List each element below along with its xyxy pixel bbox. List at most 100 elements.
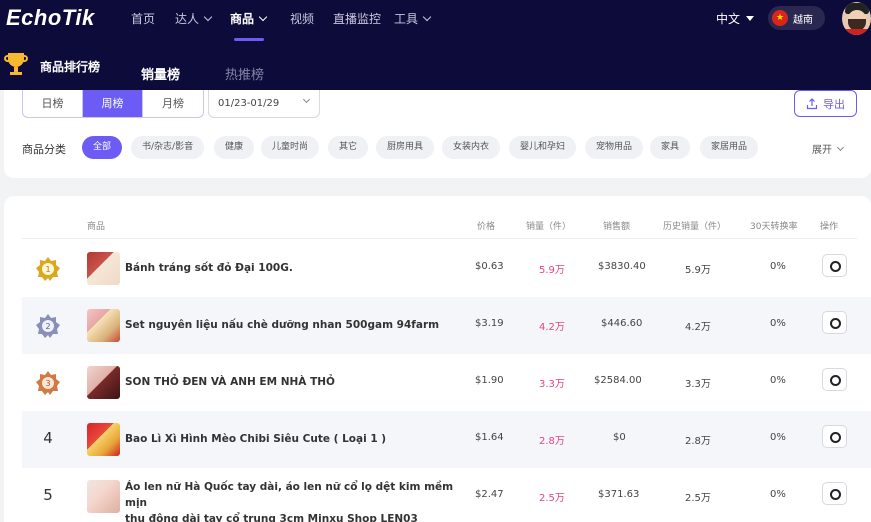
nav-tools[interactable]: 工具: [394, 10, 432, 27]
revenue-cell: $3830.40: [598, 261, 646, 272]
category-home-goods[interactable]: 家居用品: [700, 136, 759, 159]
history-sales-cell: 5.9万: [685, 265, 711, 276]
chevron-down-icon: [836, 143, 845, 151]
category-health[interactable]: 健康: [214, 136, 255, 159]
period-monthly[interactable]: 月榜: [143, 90, 203, 117]
header-divider: [22, 238, 857, 239]
search-icon[interactable]: [822, 254, 847, 277]
revenue-cell: $0: [613, 432, 626, 443]
conversion-cell: 0%: [770, 489, 786, 500]
price-cell: $2.47: [475, 489, 504, 500]
category-kids-fashion[interactable]: 儿童时尚: [261, 136, 320, 159]
tab-sales-ranking[interactable]: 销量榜: [141, 64, 180, 83]
product-thumbnail[interactable]: [87, 252, 120, 285]
revenue-cell: $2584.00: [594, 375, 642, 386]
price-cell: $3.19: [475, 318, 504, 329]
category-pet-supplies[interactable]: 宠物用品: [585, 136, 644, 159]
chevron-down-icon: [302, 95, 311, 104]
chevron-down-icon: [203, 12, 213, 22]
header-sales[interactable]: 销量（件）: [526, 219, 571, 232]
category-other[interactable]: 其它: [328, 136, 369, 159]
category-books-media[interactable]: 书/杂志/影音: [131, 136, 205, 159]
conversion-cell: 0%: [770, 261, 786, 272]
price-cell: $1.90: [475, 375, 504, 386]
product-name[interactable]: Bánh tráng sốt đỏ Đại 100G.: [125, 260, 455, 276]
silver-medal-icon: 2: [36, 314, 60, 338]
table-row[interactable]: 2 Set nguyên liệu nấu chè dưỡng nhan 500…: [22, 297, 871, 354]
chevron-down-icon: [258, 12, 268, 22]
rank-number: 5: [43, 486, 53, 504]
product-name[interactable]: Bao Lì Xì Hình Mèo Chibi Siêu Cute ( Loạ…: [125, 431, 455, 447]
export-button[interactable]: 导出: [794, 90, 857, 117]
filter-panel: 日榜 周榜 月榜 01/23-01/29 导出 商品分类 全部 书/杂志/影音 …: [4, 90, 871, 178]
nav-live-monitor[interactable]: 直播监控: [333, 10, 381, 27]
svg-text:1: 1: [45, 265, 50, 274]
search-icon[interactable]: [822, 311, 847, 334]
product-thumbnail[interactable]: [87, 309, 120, 342]
trophy-icon: [4, 53, 28, 77]
header-price[interactable]: 价格: [477, 219, 495, 232]
history-sales-cell: 4.2万: [685, 322, 711, 333]
nav-active-indicator: [234, 38, 264, 41]
table-row[interactable]: 5 Áo len nữ Hà Quốc tay dài, áo len nữ c…: [22, 468, 871, 522]
table-row[interactable]: 1 Bánh tráng sốt đỏ Đại 100G. $0.63 5.9万…: [22, 240, 871, 297]
product-thumbnail[interactable]: [87, 480, 120, 513]
upload-icon: [806, 97, 818, 109]
product-name[interactable]: Áo len nữ Hà Quốc tay dài, áo len nữ cổ …: [125, 479, 455, 522]
sales-cell: 4.2万: [539, 322, 565, 333]
header-product: 商品: [87, 222, 106, 232]
category-furniture[interactable]: 家具: [650, 136, 691, 159]
revenue-cell: $446.60: [601, 318, 643, 329]
header-revenue[interactable]: 销售额: [603, 219, 630, 232]
region-selector[interactable]: 越南: [768, 6, 825, 30]
language-selector[interactable]: 中文: [716, 10, 755, 27]
price-cell: $0.63: [475, 261, 504, 272]
category-womens-wear[interactable]: 女装内衣: [442, 136, 501, 159]
tab-hot-ranking[interactable]: 热推榜: [225, 64, 264, 83]
product-name-line: thu đông dài tay cổ trung 3cm Minxu Shop…: [125, 513, 418, 522]
date-range-select[interactable]: 01/23-01/29: [208, 90, 320, 118]
nav-home[interactable]: 首页: [131, 10, 155, 27]
header-action: 操作: [820, 222, 839, 232]
period-toggle: 日榜 周榜 月榜: [22, 90, 204, 118]
product-thumbnail[interactable]: [87, 423, 120, 456]
bronze-medal-icon: 3: [36, 371, 60, 395]
conversion-cell: 0%: [770, 318, 786, 329]
period-daily[interactable]: 日榜: [23, 90, 83, 117]
category-label: 商品分类: [22, 143, 66, 156]
expand-categories-button[interactable]: 展开: [812, 141, 845, 156]
product-thumbnail[interactable]: [87, 366, 120, 399]
conversion-cell: 0%: [770, 432, 786, 443]
header-conversion[interactable]: 30天转换率: [750, 219, 797, 232]
product-name-line: Áo len nữ Hà Quốc tay dài, áo len nữ cổ …: [125, 481, 454, 509]
category-kitchen[interactable]: 厨房用具: [376, 136, 435, 159]
gold-medal-icon: 1: [36, 257, 60, 281]
search-icon[interactable]: [822, 368, 847, 391]
conversion-cell: 0%: [770, 375, 786, 386]
period-weekly[interactable]: 周榜: [83, 90, 143, 117]
sales-cell: 3.3万: [539, 379, 565, 390]
vietnam-flag-icon: [772, 10, 788, 26]
nav-products[interactable]: 商品: [230, 10, 268, 27]
category-all[interactable]: 全部: [82, 136, 123, 159]
search-icon[interactable]: [822, 425, 847, 448]
history-sales-cell: 2.5万: [685, 493, 711, 504]
sales-cell: 2.8万: [539, 436, 565, 447]
nav-influencers[interactable]: 达人: [175, 10, 213, 27]
svg-text:2: 2: [45, 322, 50, 331]
user-avatar[interactable]: [842, 2, 871, 35]
header-history-sales[interactable]: 历史销量（件）: [663, 219, 726, 232]
history-sales-cell: 2.8万: [685, 436, 711, 447]
product-name[interactable]: SON THỎ ĐEN VÀ ANH EM NHÀ THỎ: [125, 374, 455, 390]
product-name[interactable]: Set nguyên liệu nấu chè dưỡng nhan 500ga…: [125, 317, 455, 333]
category-baby-maternity[interactable]: 婴儿和孕妇: [509, 136, 577, 159]
revenue-cell: $371.63: [598, 489, 640, 500]
nav-videos[interactable]: 视频: [290, 10, 314, 27]
svg-text:3: 3: [45, 379, 50, 388]
table-row[interactable]: 4 Bao Lì Xì Hình Mèo Chibi Siêu Cute ( L…: [22, 411, 871, 468]
echotik-logo[interactable]: EchoTik: [6, 5, 95, 31]
table-row[interactable]: 3 SON THỎ ĐEN VÀ ANH EM NHÀ THỎ $1.90 3.…: [22, 354, 871, 411]
price-cell: $1.64: [475, 432, 504, 443]
sales-cell: 2.5万: [539, 493, 565, 504]
search-icon[interactable]: [822, 482, 847, 505]
